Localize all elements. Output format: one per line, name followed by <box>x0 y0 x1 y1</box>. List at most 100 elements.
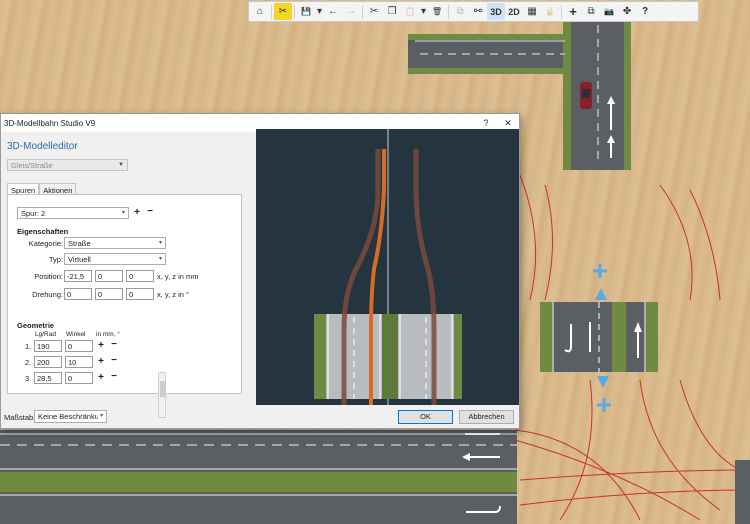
puzzle-button[interactable]: ✤ <box>618 3 636 20</box>
paste-menu-button[interactable]: ▾ <box>419 3 428 20</box>
position-z-input[interactable]: 0 <box>126 270 154 282</box>
length-column-header: Lg/Rad <box>35 331 56 338</box>
category-value: Straße <box>68 239 91 248</box>
scale-label: Maßstab: <box>4 413 36 422</box>
home-icon: ⌂ <box>256 6 264 17</box>
rotation-z-input[interactable]: 0 <box>126 288 154 300</box>
toolbar-separator <box>271 4 272 19</box>
properties-section-title: Eigenschaften <box>17 227 69 236</box>
copy-button[interactable]: ❐ <box>383 3 401 20</box>
remove-segment-button[interactable]: − <box>109 340 119 350</box>
scrollbar-thumb[interactable] <box>160 381 165 397</box>
scale-select[interactable]: Keine Beschränkung ▾ <box>34 410 107 423</box>
category-select[interactable]: Straße ▾ <box>64 237 166 249</box>
preview-drawing <box>314 129 462 405</box>
segment-length-input[interactable]: 190 <box>34 340 62 352</box>
camera-icon: 📷 <box>604 7 615 16</box>
paste-icon: 📋 <box>405 7 416 16</box>
angle-column-header: Winkel <box>66 331 86 338</box>
segment-length-input[interactable]: 200 <box>34 356 62 368</box>
toolbar-separator <box>448 4 450 19</box>
geometry-row-number: 2. <box>25 358 32 367</box>
geometry-scrollbar[interactable] <box>158 372 166 418</box>
segment-angle-input[interactable]: 0 <box>65 372 93 384</box>
category-label: Kategorie: <box>28 239 63 248</box>
add-segment-button[interactable]: + <box>96 373 106 383</box>
segment-angle-input[interactable]: 10 <box>65 356 93 368</box>
position-y-input[interactable]: 0 <box>95 270 123 282</box>
delete-button[interactable]: 🗑 <box>428 3 446 20</box>
redo-button[interactable]: → <box>342 3 360 20</box>
remove-lane-button[interactable]: − <box>145 207 155 217</box>
paste-button[interactable]: 📋 <box>401 3 419 20</box>
group-icon: ⧉ <box>456 6 464 17</box>
redo-icon: → <box>346 6 357 17</box>
add-segment-button[interactable]: + <box>96 357 106 367</box>
remove-segment-button[interactable]: − <box>109 372 119 382</box>
geometry-row-number: 3. <box>25 374 32 383</box>
view-2d-button[interactable]: 2D <box>505 3 523 20</box>
chevron-down-icon: ▾ <box>121 210 125 216</box>
layers-button[interactable]: ⧉ <box>582 3 600 20</box>
segment-length-input[interactable]: 28,5 <box>34 372 62 384</box>
add-lane-button[interactable]: + <box>132 208 142 218</box>
rotation-label: Drehung: <box>32 290 63 299</box>
lock-icon: 🔒 <box>545 7 556 16</box>
type-select[interactable]: Virtuell ▾ <box>64 253 166 265</box>
ok-button[interactable]: OK <box>398 410 453 424</box>
puzzle-icon: ✤ <box>622 6 632 17</box>
tools-icon: ✂ <box>278 6 288 17</box>
model-preview-canvas[interactable] <box>256 129 519 405</box>
type-value: Virtuell <box>68 255 91 264</box>
rotation-y-input[interactable]: 0 <box>95 288 123 300</box>
link-button[interactable]: ⚯ <box>469 3 487 20</box>
toolbar-separator <box>362 4 364 19</box>
plus-icon: + <box>569 4 577 19</box>
add-segment-button[interactable]: + <box>96 341 106 351</box>
grid-button[interactable]: ▦ <box>523 3 541 20</box>
remove-segment-button[interactable]: − <box>109 356 119 366</box>
dialog-title: 3D-Modellbahn Studio V9 <box>4 118 96 128</box>
copy-icon: ❐ <box>387 6 397 17</box>
save-button[interactable]: 💾 <box>297 3 315 20</box>
chevron-down-icon: ▾ <box>158 256 162 262</box>
view-3d-label: 3D <box>490 6 502 17</box>
view-3d-button[interactable]: 3D <box>487 3 506 20</box>
rotation-x-input[interactable]: 0 <box>64 288 92 300</box>
lanes-panel: Spur: 2 ▾ + − Eigenschaften Kategorie: S… <box>7 194 242 394</box>
geometry-row-number: 1. <box>25 342 32 351</box>
track-type-select[interactable]: Gleis/Straße ▼ <box>7 159 128 171</box>
layers-icon: ⧉ <box>587 6 595 17</box>
undo-button[interactable]: ← <box>324 3 342 20</box>
geometry-section-title: Geometrie <box>17 321 55 330</box>
chevron-down-icon: ▼ <box>118 162 124 168</box>
position-x-input[interactable]: -21,5 <box>64 270 92 282</box>
undo-icon: ← <box>328 6 339 17</box>
help-button[interactable]: ? <box>636 3 654 20</box>
model-editor-dialog: 3D-Modellbahn Studio V9 ? ✕ 3D-Modelledi… <box>0 113 520 429</box>
rotation-unit-label: x, y, z in ° <box>157 290 190 299</box>
home-button[interactable]: ⌂ <box>251 3 269 20</box>
help-icon: ? <box>642 6 649 17</box>
save-menu-button[interactable]: ▾ <box>315 3 324 20</box>
dialog-close-button[interactable]: ✕ <box>497 118 519 129</box>
lane-select[interactable]: Spur: 2 ▾ <box>17 207 129 219</box>
chevron-down-icon: ▾ <box>99 413 103 419</box>
cut-button[interactable]: ✂ <box>365 3 383 20</box>
type-label: Typ: <box>48 255 63 264</box>
tools-button[interactable]: ✂ <box>274 3 292 20</box>
segment-angle-input[interactable]: 0 <box>65 340 93 352</box>
cut-icon: ✂ <box>369 6 379 17</box>
view-2d-label: 2D <box>508 6 520 17</box>
group-button[interactable]: ⧉ <box>451 3 469 20</box>
save-icon: 💾 <box>301 7 311 16</box>
scale-value: Keine Beschränkung <box>38 412 98 421</box>
lock-button[interactable]: 🔒 <box>541 3 559 20</box>
camera-button[interactable]: 📷 <box>600 3 618 20</box>
dialog-help-button[interactable]: ? <box>475 118 497 128</box>
unit-column-header: in mm, ° <box>96 331 120 338</box>
add-button[interactable]: + <box>564 3 582 20</box>
cancel-button[interactable]: Abbrechen <box>459 410 514 424</box>
track-type-value: Gleis/Straße <box>11 161 53 170</box>
main-toolbar: ⌂ ✂ 💾 ▾ ← → ✂ ❐ 📋 ▾ 🗑 ⧉ ⚯ 3D 2D ▦ 🔒 + ⧉ … <box>248 1 699 22</box>
